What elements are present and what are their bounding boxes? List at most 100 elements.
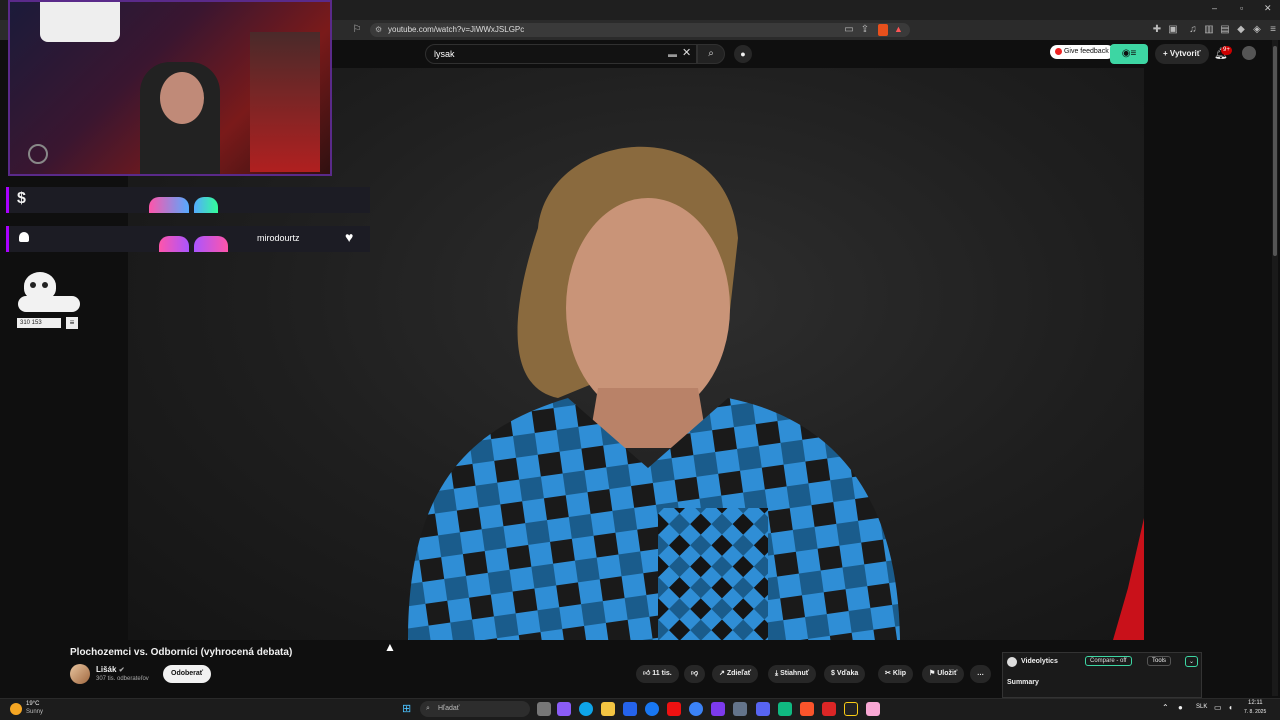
brave-shield-icon[interactable] (878, 24, 888, 36)
file-explorer-icon[interactable] (601, 702, 615, 716)
thumbs-down-icon: 👎︎ (691, 670, 699, 677)
taskbar-search-icon: ⌕ (426, 705, 430, 712)
menu-icon[interactable]: ≡ (1266, 23, 1280, 37)
extension-menu-button[interactable]: ◉≡ (1110, 44, 1148, 64)
voice-search-button[interactable]: ● (734, 45, 752, 63)
obs-icon[interactable] (844, 702, 858, 716)
streamer-face (160, 72, 204, 124)
search-input[interactable]: lysak ▬ ✕ (425, 44, 697, 64)
store-icon[interactable] (623, 702, 637, 716)
messenger-icon[interactable] (689, 702, 703, 716)
app-red-icon[interactable] (822, 702, 836, 716)
task-view-icon[interactable] (537, 702, 551, 716)
vpn-icon[interactable]: ◈ (1250, 23, 1264, 37)
tray-mic-icon[interactable]: ● (1178, 703, 1183, 712)
cursor-icon: ▲ (384, 640, 396, 654)
pink-app-icon[interactable] (866, 702, 880, 716)
clip-button[interactable]: ✂ Klip (878, 665, 914, 683)
network-icon[interactable]: ▭ (1214, 703, 1222, 712)
page-scrollbar[interactable] (1272, 40, 1278, 696)
plus-icon: + (1163, 49, 1168, 58)
app-icon[interactable] (733, 702, 747, 716)
spreadsheet-icon[interactable] (778, 702, 792, 716)
language-indicator[interactable]: SLK (1196, 704, 1207, 710)
extensions-icon[interactable]: ✚ (1150, 23, 1164, 37)
create-button[interactable]: + Vytvoriť (1155, 44, 1209, 64)
channel-name-text: Lišák (96, 665, 117, 674)
avatar[interactable] (1242, 46, 1256, 60)
summary-heading: Summary (1007, 679, 1039, 686)
edge-icon[interactable] (579, 702, 593, 716)
twitch-icon[interactable] (711, 702, 725, 716)
facebook-icon[interactable] (645, 702, 659, 716)
list-icon: ≡ (66, 317, 78, 329)
notification-badge: 9+ (1221, 46, 1232, 55)
cast-icon[interactable]: ▭ (842, 23, 856, 37)
skull-mascot (18, 272, 80, 314)
url-text: youtube.com/watch?v=JiWWxJSLGPc (388, 25, 525, 34)
download-button[interactable]: ⤓ Stiahnuť (768, 665, 817, 683)
tools-dropdown[interactable]: Tools (1147, 656, 1172, 666)
clock-time[interactable]: 12:11 (1248, 700, 1263, 706)
clear-search-icon[interactable]: ✕ (682, 44, 691, 62)
clock-date[interactable]: 7. 8. 2025 (1244, 709, 1266, 715)
wave-decoration-2 (194, 197, 218, 213)
search-button[interactable]: ⌕ (697, 44, 725, 64)
channel-name[interactable]: Lišák ✔ (96, 665, 125, 674)
wallet-icon[interactable]: ▤ (1218, 23, 1232, 37)
scrollbar-thumb[interactable] (1273, 46, 1277, 256)
bookmark-icon[interactable]: ⚐ (350, 23, 364, 37)
volume-icon[interactable]: ◖ (1228, 703, 1233, 712)
discord-icon[interactable] (756, 702, 770, 716)
taskbar-search[interactable]: ⌕ Hľadať (420, 701, 530, 717)
save-label: Uložiť (937, 670, 958, 677)
expand-chevron-icon[interactable]: ⌄ (1185, 656, 1199, 667)
subscribe-button[interactable]: Odoberať (163, 665, 212, 683)
tray-chevron-icon[interactable]: ⌃ (1162, 703, 1169, 712)
user-icon (19, 232, 29, 242)
copilot-icon[interactable] (557, 702, 571, 716)
minimize-button[interactable]: – (1212, 3, 1217, 13)
share-button[interactable]: ↗ Zdieľať (712, 665, 759, 683)
wave-decoration (149, 197, 189, 213)
thumbs-up-icon: 👍︎ (643, 670, 651, 677)
share-label: Zdieľať (726, 670, 752, 677)
extension-icon[interactable]: ◆ (1234, 23, 1248, 37)
counter-box: 310 153 (17, 318, 61, 328)
save-button[interactable]: ⚑ Uložiť (922, 665, 965, 683)
weather-desc: Sunny (26, 709, 44, 715)
keyboard-icon[interactable]: ▬ (668, 45, 677, 63)
windows-start-icon[interactable]: ⊞ (402, 703, 411, 715)
brave-rewards-icon[interactable]: ▲ (894, 24, 903, 34)
share-page-icon[interactable]: ⇪ (858, 23, 872, 37)
channel-avatar[interactable] (70, 664, 90, 684)
clip-label: Klip (892, 670, 907, 677)
windows-taskbar: 19°C Sunny ⊞ ⌕ Hľadať ⌃ ● SLK ▭ ◖ 12:11 … (0, 698, 1280, 720)
brave-icon[interactable] (800, 702, 814, 716)
dislike-button[interactable]: 👎︎ (684, 665, 706, 683)
donation-bar: $ (6, 187, 370, 213)
maximize-button[interactable]: ▫ (1240, 3, 1243, 13)
music-icon[interactable]: ♫ (1186, 23, 1200, 37)
like-button[interactable]: 👍︎ 11 tis. (636, 665, 679, 683)
like-count: 11 tis. (652, 670, 672, 677)
address-bar[interactable]: ⚙ youtube.com/watch?v=JiWWxJSLGPc (370, 23, 910, 37)
logo-icon (28, 144, 48, 164)
download-icon: ⤓ (775, 670, 779, 677)
more-actions-button[interactable]: … (970, 665, 991, 683)
sidebar-icon[interactable]: ▥ (1202, 23, 1216, 37)
skull-eye-left (30, 282, 36, 288)
screenshot-icon[interactable]: ▣ (1166, 23, 1180, 37)
close-window-button[interactable]: ✕ (1264, 3, 1272, 14)
verified-icon: ✔ (118, 667, 125, 674)
save-icon: ⚑ (929, 670, 936, 677)
compare-toggle[interactable]: Compare - off (1085, 656, 1132, 666)
youtube-icon[interactable] (667, 702, 681, 716)
give-feedback-button[interactable]: Give feedback (1050, 45, 1114, 59)
site-info-icon[interactable]: ⚙ (375, 23, 382, 37)
thanks-icon: $ (831, 670, 835, 677)
microphone-icon: ● (740, 49, 746, 59)
taskbar-search-placeholder: Hľadať (438, 705, 460, 712)
thanks-button[interactable]: $ Vďaka (824, 665, 866, 683)
download-label: Stiahnuť (780, 670, 810, 677)
